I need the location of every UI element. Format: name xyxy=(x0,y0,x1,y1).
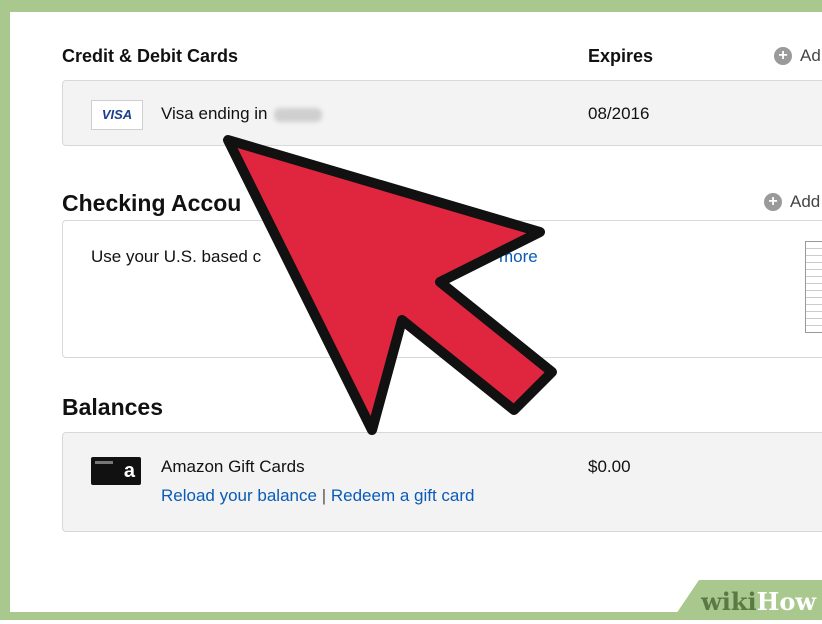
balances-title: Balances xyxy=(62,394,164,420)
gift-card-amount: $0.00 xyxy=(588,457,631,476)
reload-balance-link[interactable]: Reload your balance xyxy=(161,486,317,505)
card-label-text: Visa ending in xyxy=(161,104,268,123)
checking-box: Use your U.S. based c more xyxy=(62,220,822,358)
plus-circle-icon: + xyxy=(774,47,792,65)
checking-text: Use your U.S. based c xyxy=(91,247,262,266)
plus-circle-icon: + xyxy=(764,193,782,211)
link-separator: | xyxy=(321,486,327,505)
add-card-link[interactable]: + Ad xyxy=(774,46,821,66)
learn-more-link[interactable]: more xyxy=(499,247,538,267)
visa-logo: VISA xyxy=(91,100,143,130)
watermark-wiki: wiki xyxy=(701,587,757,616)
expires-header: Expires xyxy=(588,46,654,66)
gift-card-row: a Amazon Gift Cards $0.00 Reload your ba… xyxy=(62,432,822,532)
add-card-label: Ad xyxy=(800,46,821,65)
gift-card-links: Reload your balance | Redeem a gift card xyxy=(161,486,474,506)
payment-panel: Credit & Debit Cards Expires + Ad VISA V… xyxy=(10,12,822,612)
checking-title: Checking Accou xyxy=(62,190,242,216)
masked-number xyxy=(273,107,322,122)
check-image xyxy=(805,241,822,333)
card-label: Visa ending in xyxy=(161,104,322,124)
add-checking-link[interactable]: + Add xyxy=(764,192,820,212)
watermark-how: How xyxy=(756,587,816,616)
add-checking-label: Add xyxy=(790,192,821,211)
amazon-logo: a xyxy=(91,457,141,485)
card-row[interactable]: VISA Visa ending in 08/2016 xyxy=(62,80,822,146)
redeem-gift-card-link[interactable]: Redeem a gift card xyxy=(331,486,475,505)
cards-header: Credit & Debit Cards xyxy=(62,46,239,66)
amazon-logo-letter: a xyxy=(123,460,135,482)
gift-card-label: Amazon Gift Cards xyxy=(161,457,305,476)
card-expiry: 08/2016 xyxy=(588,104,650,123)
